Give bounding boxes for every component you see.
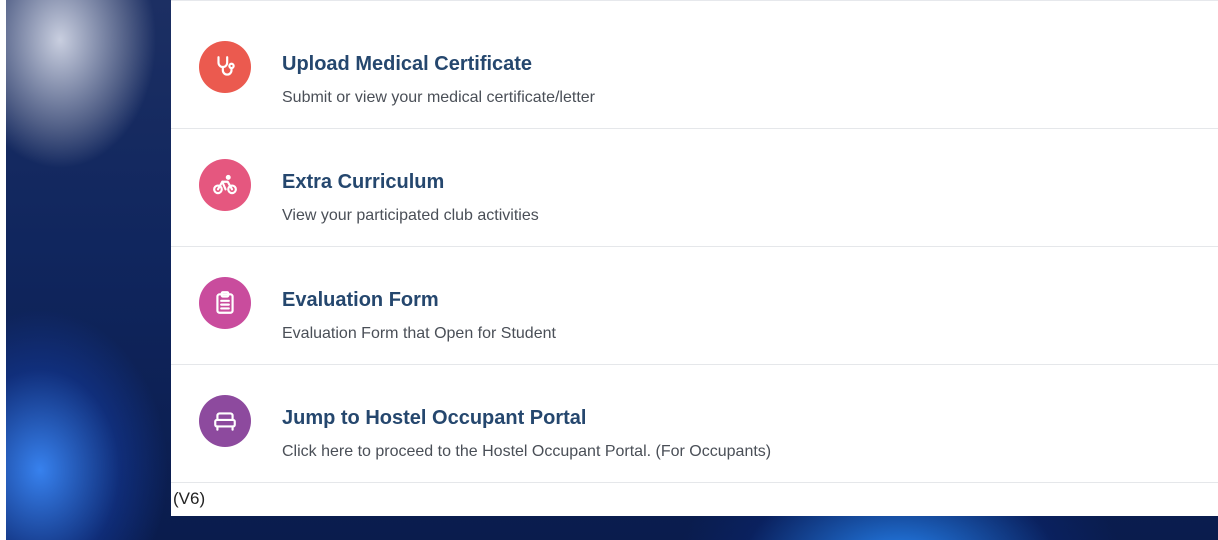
menu-item-subtitle: Submit or view your medical certificate/… — [282, 89, 595, 106]
menu-panel: Upload Medical Certificate Submit or vie… — [171, 0, 1218, 516]
menu-item-title: Upload Medical Certificate — [282, 53, 533, 75]
bicycle-icon — [199, 159, 251, 211]
menu-item-title: Evaluation Form — [282, 289, 439, 311]
clipboard-icon — [199, 277, 251, 329]
menu-item-subtitle: Click here to proceed to the Hostel Occu… — [282, 443, 772, 460]
menu-item-title: Jump to Hostel Occupant Portal — [282, 407, 587, 429]
version-label: (V6) — [173, 489, 206, 508]
menu-item-subtitle: Evaluation Form that Open for Student — [282, 325, 556, 342]
menu-item-title: Extra Curriculum — [282, 171, 445, 193]
menu-item-extra-curriculum[interactable]: Extra Curriculum View your participated … — [171, 129, 1218, 247]
menu-item-upload-medical-certificate[interactable]: Upload Medical Certificate Submit or vie… — [171, 11, 1218, 129]
menu-item-subtitle: View your participated club activities — [282, 207, 539, 224]
stethoscope-icon — [199, 41, 251, 93]
menu-item-evaluation-form[interactable]: Evaluation Form Evaluation Form that Ope… — [171, 247, 1218, 365]
menu-item-hostel-occupant-portal[interactable]: Jump to Hostel Occupant Portal Click her… — [171, 365, 1218, 483]
bed-icon — [199, 395, 251, 447]
left-edge-strip — [0, 0, 6, 540]
